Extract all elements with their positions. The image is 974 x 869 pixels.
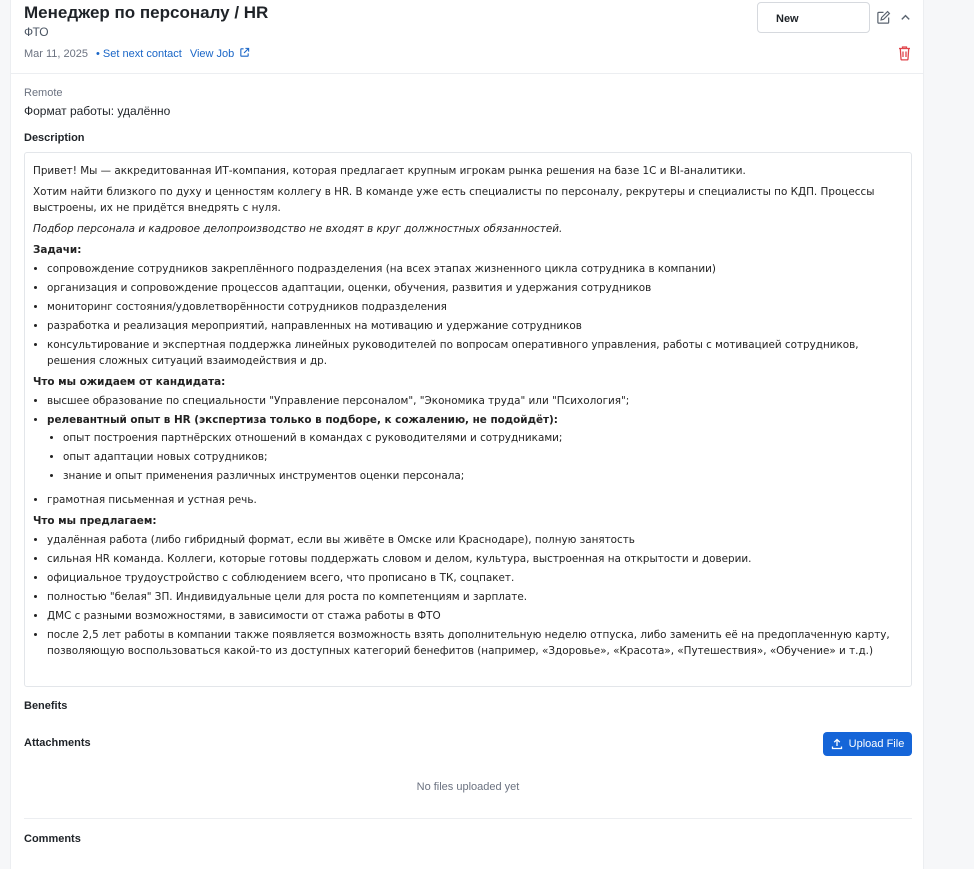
upload-file-label: Upload File — [848, 738, 905, 750]
list-item: сопровождение сотрудников закреплённого … — [47, 261, 903, 277]
description-team: Хотим найти близкого по духу и ценностям… — [33, 186, 875, 214]
list-item: сильная HR команда. Коллеги, которые гот… — [47, 551, 903, 567]
list-item-text: релевантный опыт в HR (экспертиза только… — [47, 414, 558, 426]
list-item: после 2,5 лет работы в компании также по… — [47, 627, 903, 659]
expect-sub-list: опыт построения партнёрских отношений в … — [63, 430, 903, 484]
description-box: Привет! Мы — аккредитованная ИТ-компания… — [24, 152, 912, 687]
set-next-contact-link[interactable]: • Set next contact — [96, 48, 182, 60]
list-item: знание и опыт применения различных инстр… — [63, 468, 903, 484]
benefits-heading: Benefits — [24, 700, 68, 712]
list-item: грамотная письменная и устная речь. — [47, 492, 903, 508]
expect-list: высшее образование по специальности "Упр… — [47, 393, 903, 508]
list-item: опыт адаптации новых сотрудников; — [63, 449, 903, 465]
offer-heading: Что мы предлагаем: — [33, 515, 157, 527]
list-item: мониторинг состояния/удовлетворённости с… — [47, 299, 903, 315]
list-item: разработка и реализация мероприятий, нап… — [47, 318, 903, 334]
description-heading: Description — [24, 132, 85, 144]
job-detail-panel: Менеджер по персоналу / HR ФТО Mar 11, 2… — [10, 0, 924, 869]
list-item: релевантный опыт в HR (экспертиза только… — [47, 412, 903, 484]
chevron-up-icon — [900, 14, 910, 20]
list-item: полностью "белая" ЗП. Индивидуальные цел… — [47, 589, 903, 605]
job-title: Менеджер по персоналу / HR — [24, 3, 269, 22]
list-item: удалённая работа (либо гибридный формат,… — [47, 532, 903, 548]
list-item: организация и сопровождение процессов ад… — [47, 280, 903, 296]
list-item: ДМС с разными возможностями, в зависимос… — [47, 608, 903, 624]
collapse-button[interactable] — [896, 8, 914, 26]
external-link-icon — [240, 47, 250, 57]
description-intro: Привет! Мы — аккредитованная ИТ-компания… — [33, 165, 746, 177]
upload-file-button[interactable]: Upload File — [823, 732, 912, 756]
company-name: ФТО — [24, 25, 49, 39]
edit-icon — [876, 10, 890, 24]
divider — [24, 818, 912, 819]
tasks-heading: Задачи: — [33, 244, 82, 256]
list-item: официальное трудоустройство с соблюдение… — [47, 570, 903, 586]
view-job-label: View Job — [189, 48, 235, 60]
no-files-message: No files uploaded yet — [416, 781, 520, 793]
upload-icon — [831, 738, 842, 750]
attachments-heading: Attachments — [24, 737, 91, 749]
trash-icon — [898, 46, 910, 61]
comments-heading: Comments — [24, 833, 81, 845]
offer-list: удалённая работа (либо гибридный формат,… — [47, 532, 903, 659]
expect-heading: Что мы ожидаем от кандидата: — [33, 376, 226, 388]
job-header: Менеджер по персоналу / HR ФТО Mar 11, 2… — [11, 0, 923, 74]
description-note: Подбор персонала и кадровое делопроизвод… — [33, 223, 563, 235]
list-item: консультирование и экспертная поддержка … — [47, 337, 903, 369]
view-job-link[interactable]: View Job — [190, 47, 251, 60]
work-format-value: Формат работы: удалённо — [24, 104, 171, 118]
work-format-label: Remote — [24, 87, 63, 99]
list-item: опыт построения партнёрских отношений в … — [63, 430, 903, 446]
tasks-list: сопровождение сотрудников закреплённого … — [47, 261, 903, 369]
list-item: высшее образование по специальности "Упр… — [47, 393, 903, 409]
status-select[interactable]: New — [757, 2, 870, 33]
job-meta: Mar 11, 2025 • Set next contact View Job — [24, 47, 250, 60]
delete-button[interactable] — [895, 44, 913, 62]
edit-button[interactable] — [874, 8, 892, 26]
job-date: Mar 11, 2025 — [24, 47, 89, 60]
